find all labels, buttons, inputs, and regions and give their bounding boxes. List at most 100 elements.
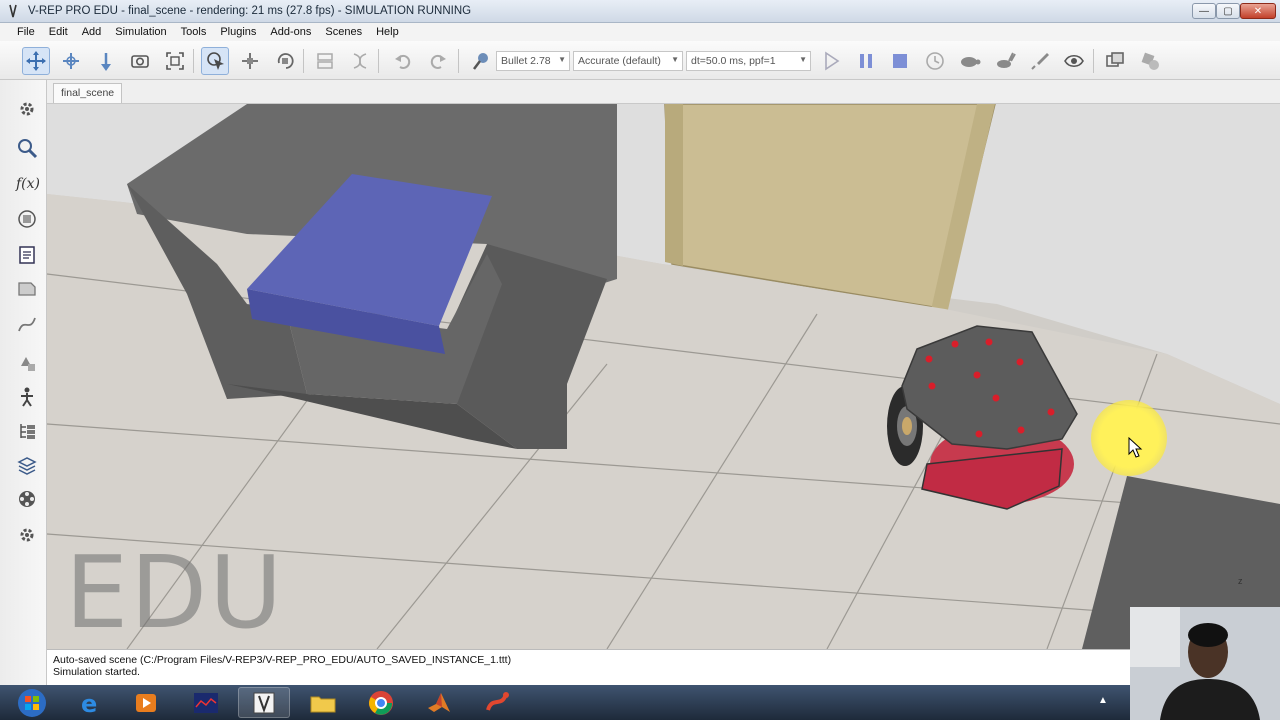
fit-to-view-button[interactable] [161,47,189,75]
redo-button[interactable] [424,47,452,75]
object-shift-button[interactable] [236,47,264,75]
menu-edit[interactable]: Edit [42,26,75,38]
menu-file[interactable]: File [10,26,42,38]
realtime-button[interactable] [921,47,949,75]
toolbar-separator [378,49,379,73]
chevron-down-icon: ▼ [799,55,807,64]
accuracy-select[interactable]: Accurate (default) ▼ [573,51,683,71]
windows-taskbar: e ▲ [0,685,1280,720]
taskbar-media-player[interactable] [120,687,172,718]
taskbar-internet-explorer[interactable]: e [66,687,118,718]
menu-add[interactable]: Add [75,26,109,38]
tray-expand-arrow[interactable]: ▲ [1098,695,1108,706]
pan-icon [26,51,46,71]
maximize-button[interactable]: ▢ [1216,3,1240,19]
stop-simulation-button[interactable] [886,47,914,75]
collections-button[interactable] [12,204,42,234]
video-recorder-button[interactable] [12,484,42,514]
object-rotate-button[interactable] [271,47,299,75]
slow-down-button[interactable] [956,47,984,75]
shape-edit-button[interactable] [12,273,42,303]
visualization-toggle-button[interactable] [1060,47,1088,75]
toolbar-separator [303,49,304,73]
scene-hierarchy-button[interactable] [12,416,42,446]
model-browser-button[interactable] [12,133,42,163]
scripts-button[interactable] [12,240,42,270]
camera-rotate-button[interactable] [57,47,85,75]
page-selector-button[interactable] [1101,47,1129,75]
chevron-down-icon: ▼ [671,55,679,64]
path-edit-button[interactable] [12,309,42,339]
taskbar-vrep[interactable] [238,687,290,718]
title-bar: V-REP PRO EDU - final_scene - rendering:… [0,0,1280,23]
mouse-pointer-icon [1128,437,1143,458]
film-reel-icon [19,491,35,507]
shift-icon [101,53,111,71]
physics-engine-value: Bullet 2.78 [501,55,551,67]
assemble-icon [317,53,333,69]
fit-view-icon [166,52,184,70]
threaded-rendering-button[interactable] [1026,47,1054,75]
hierarchy-icon [20,424,35,439]
scene-selector-button[interactable] [1136,47,1164,75]
close-button[interactable]: ✕ [1240,3,1276,19]
camera-pan-button[interactable] [22,47,50,75]
selection-button[interactable] [12,348,42,378]
left-toolbar: f(x) [0,80,47,685]
menu-simulation[interactable]: Simulation [108,26,173,38]
media-player-icon [136,693,156,712]
object-rotate-icon [277,53,294,69]
scene-tab-bar: final_scene [47,80,1280,104]
play-icon [825,51,840,71]
main-toolbar: Bullet 2.78 ▼ Accurate (default) ▼ dt=50.0… [0,41,1280,80]
scenes-icon [1141,52,1159,70]
minimize-button[interactable]: — [1192,3,1216,19]
menu-plugins[interactable]: Plugins [213,26,263,38]
menu-bar: File Edit Add Simulation Tools Plugins A… [0,23,1280,41]
layers-button[interactable] [12,451,42,481]
folder-icon [310,696,336,712]
select-icon [207,52,224,70]
undo-button[interactable] [389,47,417,75]
taskbar-file-explorer[interactable] [297,687,349,718]
dynamics-icon [473,53,488,70]
tab-final-scene[interactable]: final_scene [53,83,123,103]
camera-angle-button[interactable] [126,47,154,75]
taskbar-matlab[interactable] [413,687,465,718]
eye-icon [1064,54,1084,68]
toolbar-separator [458,49,459,73]
timestep-select[interactable]: dt=50.0 ms, ppf=1 ▼ [686,51,811,71]
speed-up-button[interactable] [991,47,1019,75]
start-button[interactable] [6,687,58,718]
dna-icon [353,53,367,69]
menu-add-ons[interactable]: Add-ons [263,26,318,38]
kinematics-button[interactable] [12,382,42,412]
simulation-settings-button[interactable] [12,94,42,124]
webcam-overlay [1130,607,1280,720]
taskbar-visual-app[interactable] [180,687,232,718]
menu-tools[interactable]: Tools [174,26,214,38]
start-simulation-button[interactable] [817,47,845,75]
camera-shift-button[interactable] [92,47,120,75]
menu-help[interactable]: Help [369,26,406,38]
dynamics-toggle-button[interactable] [467,47,495,75]
menu-scenes[interactable]: Scenes [318,26,369,38]
shapes-icon [21,357,35,371]
taskbar-geogebra-app[interactable] [471,687,523,718]
click-select-button[interactable] [201,47,229,75]
status-bar: Auto-saved scene (C:/Program Files/V-REP… [47,649,1280,685]
svg-text:f(x): f(x) [15,176,39,192]
stop-icon [893,54,907,68]
pause-simulation-button[interactable] [852,47,880,75]
calculation-modules-button[interactable]: f(x) [12,168,42,198]
visual-app-icon [194,692,218,713]
physics-engine-select[interactable]: Bullet 2.78 ▼ [496,51,570,71]
taskbar-chrome[interactable] [355,687,407,718]
assemble-button[interactable] [311,47,339,75]
layers-icon [17,457,37,475]
lizard-icon [486,691,509,711]
transfer-dna-button[interactable] [346,47,374,75]
rotate-icon [63,53,79,69]
scene-viewport[interactable]: EDU z [47,104,1280,649]
user-settings-button[interactable] [12,520,42,550]
